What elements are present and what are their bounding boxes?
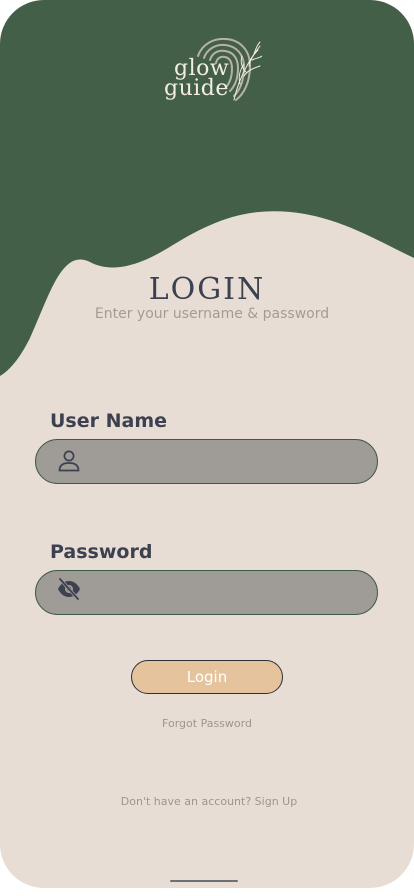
forgot-password-link[interactable]: Forgot Password	[0, 717, 414, 730]
signup-prompt: Don't have an account? Sign Up	[0, 795, 414, 808]
signup-prompt-text: Don't have an account?	[120, 795, 252, 808]
logo-text-line2: guide	[164, 76, 229, 101]
person-icon	[58, 450, 80, 472]
password-input[interactable]	[92, 571, 366, 616]
eye-off-icon[interactable]	[56, 576, 82, 602]
username-input[interactable]	[92, 440, 366, 485]
password-label: Password	[50, 541, 153, 563]
login-screen: glow guide LOGIN Enter your username & p…	[0, 0, 414, 888]
username-field-container[interactable]	[35, 439, 378, 485]
login-button[interactable]: Login	[131, 660, 283, 694]
glow-guide-logo: glow guide	[160, 36, 270, 108]
signup-link[interactable]: Sign Up	[255, 795, 298, 808]
username-label: User Name	[50, 410, 168, 432]
password-field-container[interactable]	[35, 570, 378, 616]
page-subtitle: Enter your username & password	[94, 306, 330, 322]
page-title: LOGIN	[148, 272, 266, 307]
home-indicator	[170, 880, 238, 882]
